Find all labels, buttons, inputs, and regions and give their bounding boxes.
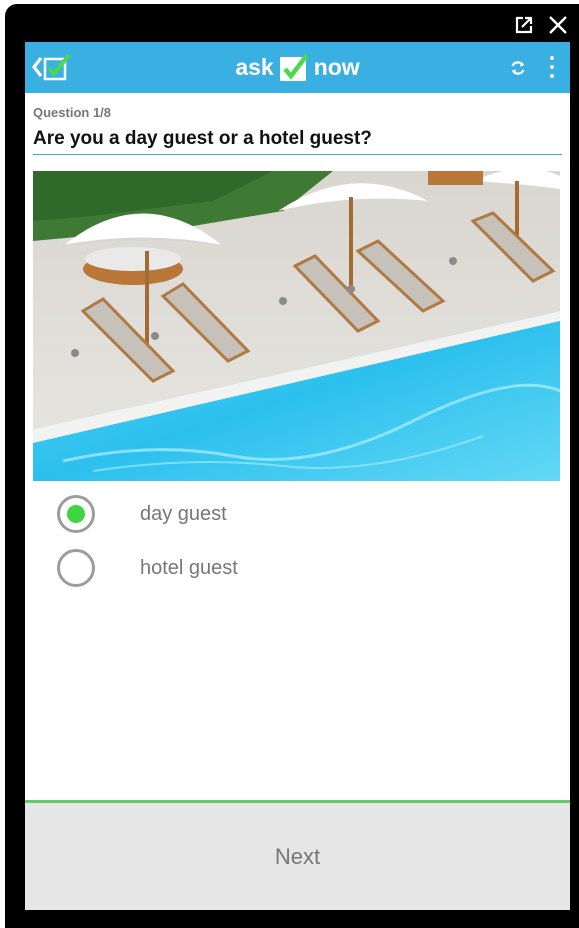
question-image <box>33 171 560 481</box>
app-screen: ask now Question 1/8 Are you a day guest… <box>25 42 570 910</box>
external-link-button[interactable] <box>513 14 535 36</box>
more-vertical-dot <box>550 74 554 78</box>
brand-text-left: ask <box>235 54 274 80</box>
refresh-icon <box>511 61 525 75</box>
checkbox-check-icon <box>43 53 71 81</box>
close-button[interactable] <box>547 14 569 36</box>
next-button[interactable]: Next <box>245 834 350 880</box>
app-bar: ask now <box>25 42 570 93</box>
option-hotel-guest[interactable]: hotel guest <box>33 541 562 595</box>
back-button[interactable] <box>31 53 73 81</box>
device-frame: ask now Question 1/8 Are you a day guest… <box>5 4 579 928</box>
close-icon <box>549 16 567 34</box>
chevron-left-icon <box>31 57 43 77</box>
radio-hotel-guest[interactable] <box>57 549 95 587</box>
more-vertical-icon <box>550 56 554 60</box>
pool-deck-illustration <box>33 171 560 481</box>
option-day-guest[interactable]: day guest <box>33 487 562 541</box>
option-label: hotel guest <box>140 556 238 579</box>
logo-check-icon <box>279 53 309 81</box>
question-counter: Question 1/8 <box>33 105 112 120</box>
more-menu-button[interactable] <box>546 56 558 78</box>
question-title: Are you a day guest or a hotel guest? <box>33 128 562 155</box>
window-controls <box>513 14 569 36</box>
question-content: Question 1/8 Are you a day guest or a ho… <box>25 105 570 595</box>
answer-options: day guest hotel guest <box>33 487 562 595</box>
refresh-button[interactable] <box>508 58 528 78</box>
external-link-icon <box>515 16 533 34</box>
radio-day-guest[interactable] <box>57 495 95 533</box>
more-vertical-dot <box>550 65 554 69</box>
brand-logo: ask now <box>25 42 570 93</box>
option-label: day guest <box>140 502 227 525</box>
brand-text-right: now <box>313 54 360 80</box>
footer-bar: Next <box>25 800 570 910</box>
radio-selected-dot <box>67 505 85 523</box>
